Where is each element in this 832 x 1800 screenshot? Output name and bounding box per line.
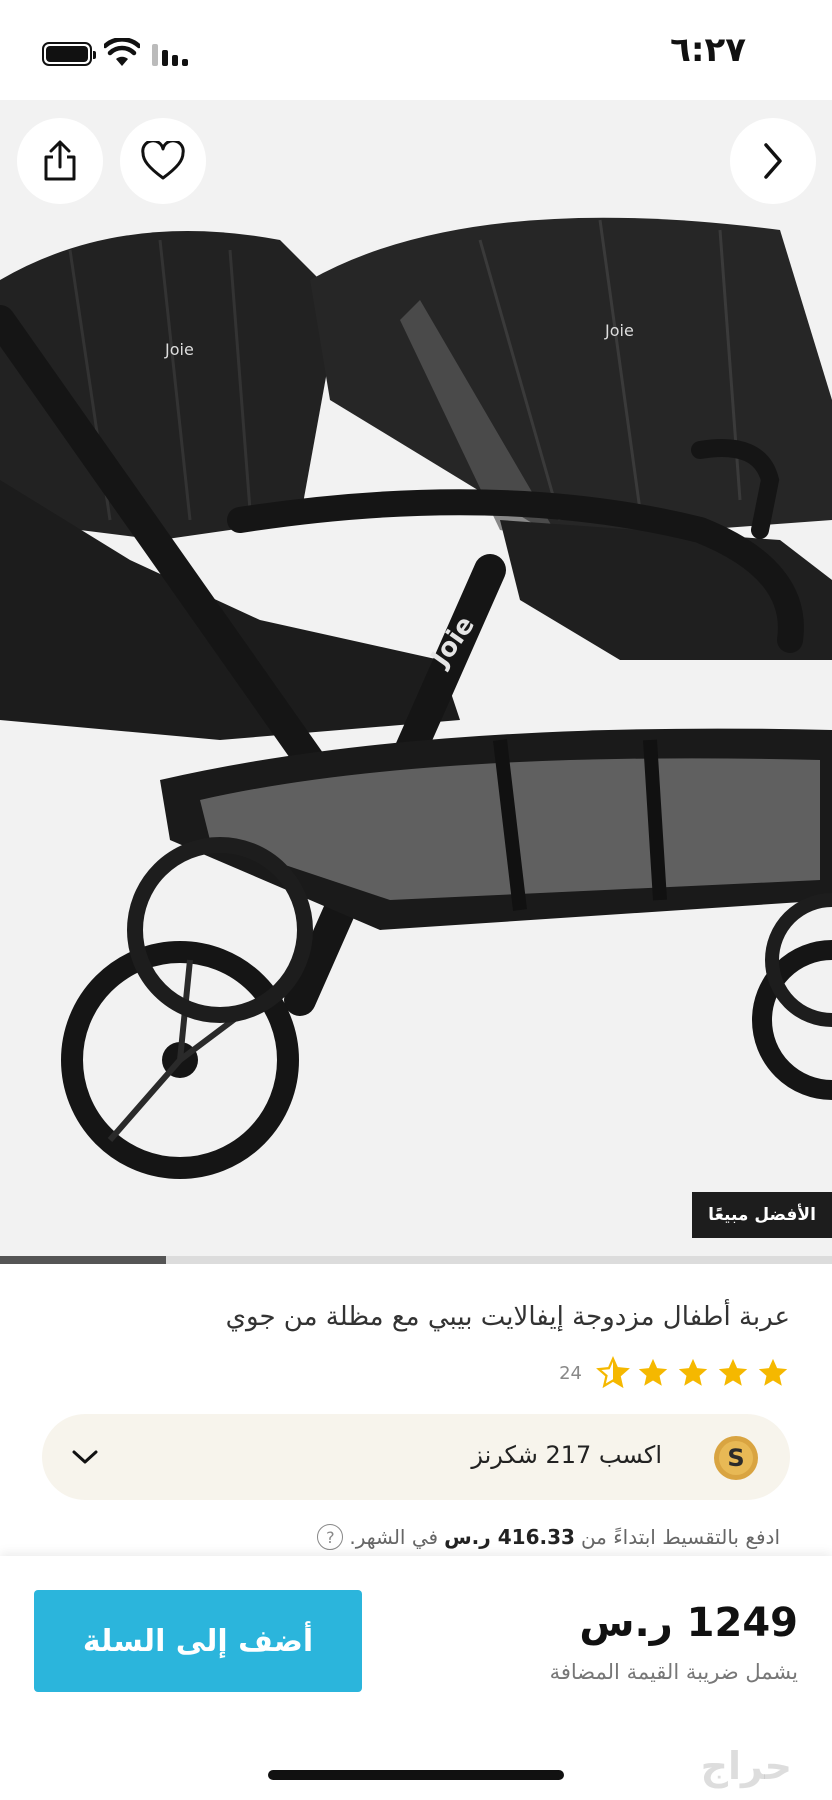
coin-letter: S: [727, 1444, 744, 1472]
gallery-progress-bar: [0, 1256, 832, 1264]
haraj-watermark: حراج: [700, 1744, 792, 1788]
star-icon: [758, 1358, 788, 1386]
price: 1249 ر.س: [579, 1600, 798, 1646]
vat-note: يشمل ضريبة القيمة المضافة: [549, 1660, 798, 1684]
rewards-text: اكسب 217 شكرنز: [471, 1441, 662, 1469]
star-icon: [638, 1358, 668, 1386]
installment-info: ادفع بالتقسيط ابتداءً من 416.33 ر.س في ا…: [317, 1524, 780, 1550]
rewards-banner[interactable]: S اكسب 217 شكرنز: [42, 1414, 790, 1500]
status-bar: ٦:٢٧: [0, 0, 832, 100]
favorite-button[interactable]: [120, 118, 206, 204]
star-icon: [678, 1358, 708, 1386]
next-image-button[interactable]: [730, 118, 816, 204]
product-title: عربة أطفال مزدوجة إيفالايت بيبي مع مظلة …: [225, 1302, 790, 1332]
chevron-down-icon[interactable]: [70, 1444, 100, 1470]
rating[interactable]: 24: [559, 1356, 790, 1390]
installment-prefix: ادفع بالتقسيط ابتداءً من: [580, 1525, 780, 1549]
bestseller-badge: الأفضل مبيعًا: [692, 1192, 832, 1238]
status-time: ٦:٢٧: [670, 30, 746, 70]
cellular-signal-icon: [152, 44, 190, 66]
installment-suffix: في الشهر.: [349, 1525, 439, 1549]
half-star-icon: [596, 1356, 630, 1389]
star-icon: [718, 1358, 748, 1386]
svg-text:Joie: Joie: [164, 340, 194, 359]
purchase-bar: أضف إلى السلة 1249 ر.س يشمل ضريبة القيمة…: [0, 1556, 832, 1800]
help-icon[interactable]: ?: [317, 1524, 344, 1550]
rating-count: 24: [559, 1362, 582, 1384]
product-image-gallery[interactable]: Joie Joie Joie الأفضل مبيعًا: [0, 100, 832, 1260]
chevron-right-icon: [764, 143, 782, 179]
share-icon: [44, 140, 76, 181]
coin-icon: S: [714, 1436, 758, 1480]
wifi-icon: [104, 38, 140, 66]
add-to-cart-button[interactable]: أضف إلى السلة: [34, 1590, 362, 1692]
gallery-progress-fill: [0, 1256, 167, 1264]
product-image: Joie Joie Joie: [0, 217, 832, 1179]
heart-icon: [141, 141, 185, 180]
share-button[interactable]: [17, 118, 103, 204]
battery-icon: [42, 42, 96, 66]
installment-amount: 416.33 ر.س: [444, 1525, 575, 1549]
home-indicator[interactable]: [268, 1770, 564, 1780]
svg-text:Joie: Joie: [604, 321, 634, 340]
